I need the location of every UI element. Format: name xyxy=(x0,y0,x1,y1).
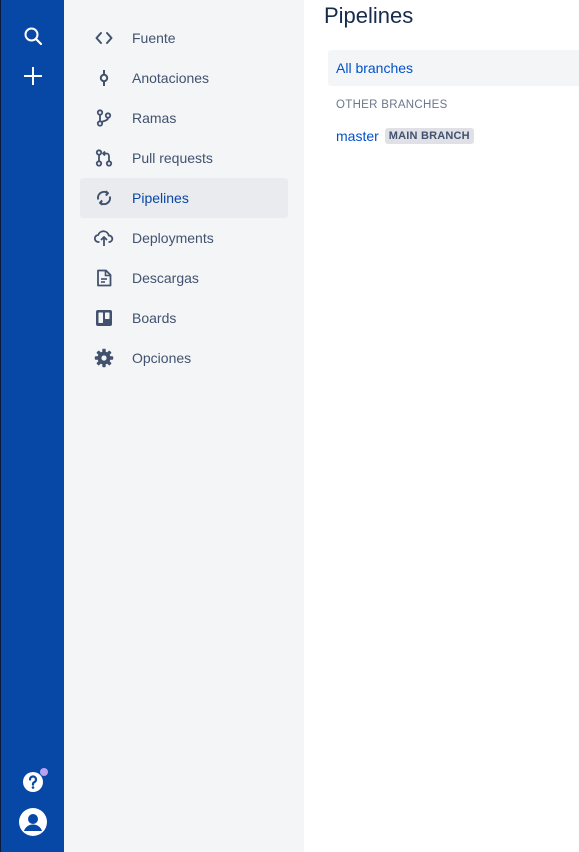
search-icon xyxy=(24,27,43,46)
sidebar-item-boards[interactable]: Boards xyxy=(80,298,288,338)
page-title: Pipelines xyxy=(324,3,414,28)
sidebar-item-label: Fuente xyxy=(132,30,176,46)
sidebar-item-label: Deployments xyxy=(132,230,214,246)
sidebar-item-fuente[interactable]: Fuente xyxy=(80,18,288,58)
notification-dot xyxy=(40,768,48,776)
sidebar-item-pipelines[interactable]: Pipelines xyxy=(80,178,288,218)
commit-icon xyxy=(99,70,109,86)
help-button[interactable] xyxy=(1,762,65,802)
board-icon xyxy=(96,310,112,326)
branch-icon xyxy=(96,109,112,127)
all-branches-link[interactable]: All branches xyxy=(328,50,579,86)
branch-row: master MAIN BRANCH xyxy=(328,125,579,147)
branch-filter-panel: All branches OTHER BRANCHES master MAIN … xyxy=(328,50,579,147)
sidebar-item-label: Descargas xyxy=(132,270,199,286)
sidebar-item-label: Boards xyxy=(132,310,177,326)
search-button[interactable] xyxy=(1,16,65,56)
document-icon xyxy=(97,269,112,287)
sidebar-item-descargas[interactable]: Descargas xyxy=(80,258,288,298)
sidebar-item-label: Pull requests xyxy=(132,150,213,166)
branch-link-master[interactable]: master xyxy=(336,128,379,144)
main-content: Pipelines All branches OTHER BRANCHES ma… xyxy=(304,0,579,852)
sidebar-item-anotaciones[interactable]: Anotaciones xyxy=(80,58,288,98)
other-branches-heading: OTHER BRANCHES xyxy=(336,99,448,111)
sidebar-item-deployments[interactable]: Deployments xyxy=(80,218,288,258)
app-shell: Fuente Anotaciones Ramas Pull requests P… xyxy=(0,0,579,852)
profile-button[interactable] xyxy=(1,802,65,842)
avatar-icon xyxy=(19,808,47,836)
sidebar-item-label: Pipelines xyxy=(132,190,189,206)
sidebar-item-pull-requests[interactable]: Pull requests xyxy=(80,138,288,178)
pipelines-icon xyxy=(96,190,112,206)
sidebar-item-label: Ramas xyxy=(132,110,177,126)
plus-icon xyxy=(24,67,42,85)
create-button[interactable] xyxy=(1,56,65,96)
sidebar-item-opciones[interactable]: Opciones xyxy=(80,338,288,378)
sidebar-item-ramas[interactable]: Ramas xyxy=(80,98,288,138)
global-nav xyxy=(0,0,64,852)
gear-icon xyxy=(94,348,114,368)
sidebar-item-label: Opciones xyxy=(132,350,192,366)
sidebar-item-label: Anotaciones xyxy=(132,70,210,86)
cloud-upload-icon xyxy=(94,230,114,246)
main-branch-badge: MAIN BRANCH xyxy=(384,128,474,144)
help-icon-wrap xyxy=(22,768,48,793)
code-icon xyxy=(95,32,113,44)
pull-request-icon xyxy=(95,149,113,167)
project-sidebar: Fuente Anotaciones Ramas Pull requests P… xyxy=(64,0,304,852)
